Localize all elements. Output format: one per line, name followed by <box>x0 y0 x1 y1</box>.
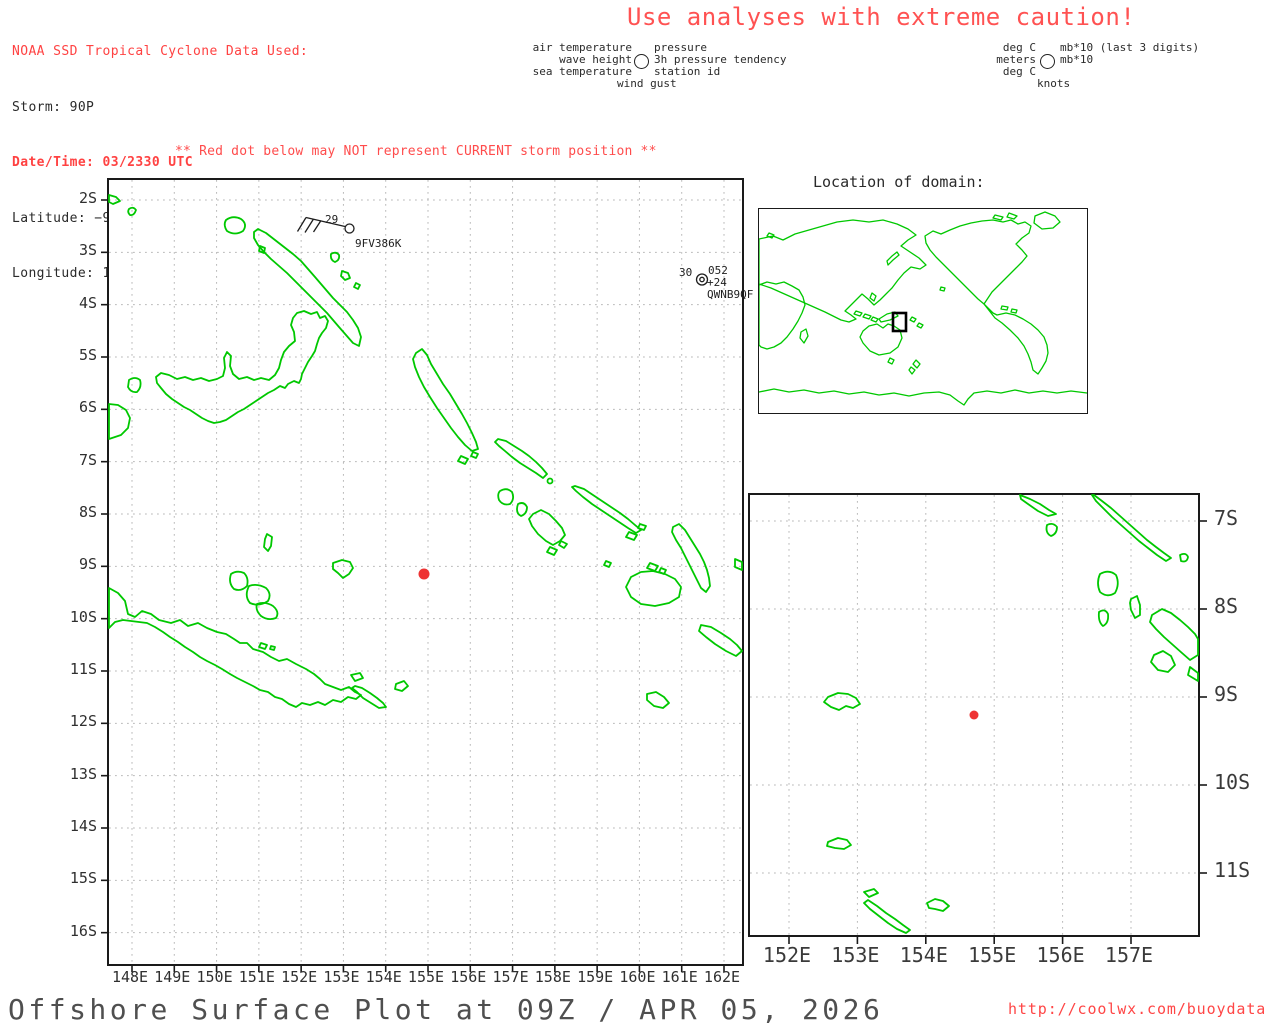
station-legend-right-column: pressure 3h pressure tendency station id <box>654 41 786 79</box>
lat-tick-label: 15S <box>69 869 97 888</box>
lat-tick-label: 6S <box>78 398 97 417</box>
wind-barb-feather <box>312 220 322 233</box>
zoom-surface-map <box>748 493 1207 944</box>
legend-wind-gust: wind gust <box>617 77 677 90</box>
lon-tick-label: 154E <box>899 943 948 967</box>
main-map-ticks <box>101 199 725 972</box>
wind-barb-feather <box>304 218 315 233</box>
station2-pressure-tendency: +24 <box>707 276 727 289</box>
unit-deg-c-sea: deg C <box>1002 65 1036 79</box>
main-map-coastlines <box>108 194 743 709</box>
lon-tick-label: 154E <box>365 968 402 986</box>
storm-info-storm: Storm: 90P <box>12 99 95 115</box>
lat-tick-label: 16S <box>69 921 97 940</box>
lon-tick-label: 153E <box>831 943 880 967</box>
station-circle-outer <box>695 273 709 286</box>
units-circle-icon <box>1040 54 1055 69</box>
lon-tick-label: 153E <box>323 968 360 986</box>
station1-id: 9FV386K <box>355 237 402 250</box>
lat-tick-label: 8S <box>78 502 97 521</box>
lat-tick-label: 2S <box>78 189 97 207</box>
lat-tick-label: 8S <box>1214 594 1239 618</box>
lon-tick-label: 160E <box>619 968 656 986</box>
lon-tick-label: 151E <box>238 968 275 986</box>
units-legend-right-column: mb*10 (last 3 digits) mb*10 <box>1060 41 1199 67</box>
lat-tick-label: 5S <box>78 345 97 364</box>
buoy-plot-canvas: NOAA SSD Tropical Cyclone Data Used: Sto… <box>0 0 1280 1024</box>
lat-tick-label: 11S <box>69 659 97 678</box>
lat-tick-label: 9S <box>78 555 97 574</box>
unit-knots: knots <box>1037 77 1071 90</box>
station-legend-left-column: air temperature wave height sea temperat… <box>512 41 632 79</box>
station-circle-inner <box>699 276 705 283</box>
lon-tick-label: 158E <box>534 968 571 986</box>
lon-tick-label: 161E <box>661 968 698 986</box>
station2-id: QWNB9QF <box>707 288 754 301</box>
caution-headline: Use analyses with extreme caution! <box>627 3 1136 31</box>
station-plot-QWNB9QF <box>695 273 709 286</box>
zoom-map-coastlines <box>823 494 1199 934</box>
zoom-map-ticks <box>788 520 1207 944</box>
lat-tick-label: 7S <box>1214 506 1239 530</box>
lat-tick-label: 10S <box>1214 770 1251 794</box>
lat-tick-label: 4S <box>78 293 97 312</box>
world-inset-map <box>758 208 1088 414</box>
station-circle <box>344 223 355 234</box>
lat-tick-label: 11S <box>1214 858 1251 882</box>
lon-tick-label: 149E <box>154 968 191 986</box>
lon-tick-label: 150E <box>196 968 233 986</box>
unit-tendency: mb*10 <box>1060 53 1094 67</box>
lat-tick-label: 9S <box>1214 682 1239 706</box>
station1-air-temp: 29 <box>325 213 339 226</box>
domain-location-box <box>891 311 908 333</box>
plot-title: Offshore Surface Plot at 09Z / APR 05, 2… <box>8 993 884 1024</box>
lon-tick-label: 156E <box>450 968 487 986</box>
lon-tick-label: 155E <box>968 943 1017 967</box>
world-map-graphic <box>758 211 1088 406</box>
lon-tick-label: 162E <box>703 968 741 986</box>
legend-sea-temperature: sea temperature <box>532 65 632 79</box>
units-legend-left-column: deg C meters deg C <box>936 41 1036 79</box>
lon-tick-label: 155E <box>407 968 445 986</box>
storm-position-dot-zoom <box>969 710 979 720</box>
lon-tick-label: 148E <box>111 968 149 986</box>
storm-dot-warning: ** Red dot below may NOT represent CURRE… <box>175 144 657 159</box>
storm-position-dot <box>418 568 430 580</box>
lon-tick-label: 159E <box>577 968 614 986</box>
source-url: http://coolwx.com/buoydata <box>1008 1000 1267 1018</box>
inset-map-title: Location of domain: <box>813 173 985 191</box>
lat-tick-label: 10S <box>69 607 97 626</box>
main-map-graphic <box>101 180 743 972</box>
station2-air-temp: 30 <box>679 266 693 279</box>
world-coastlines <box>758 211 1088 406</box>
lat-tick-label: 14S <box>69 816 97 835</box>
lat-tick-label: 3S <box>78 241 97 260</box>
zoom-map-graphic <box>750 494 1207 944</box>
storm-info-heading: NOAA SSD Tropical Cyclone Data Used: <box>12 44 309 59</box>
lat-tick-label: 13S <box>69 764 97 783</box>
lon-tick-label: 157E <box>492 968 529 986</box>
lat-tick-label: 12S <box>69 712 97 731</box>
station-circle-icon <box>634 54 649 69</box>
main-surface-map: 29 9FV386K 30 052 +24 QWNB9QF <box>101 178 753 972</box>
station2-pressure: 052 <box>708 264 728 277</box>
wind-barb-feather <box>296 217 307 232</box>
lon-tick-label: 156E <box>1036 943 1085 967</box>
lon-tick-label: 152E <box>762 943 812 967</box>
lon-tick-label: 152E <box>281 968 318 986</box>
lat-tick-label: 7S <box>78 450 97 469</box>
lon-tick-label: 157E <box>1104 943 1154 967</box>
